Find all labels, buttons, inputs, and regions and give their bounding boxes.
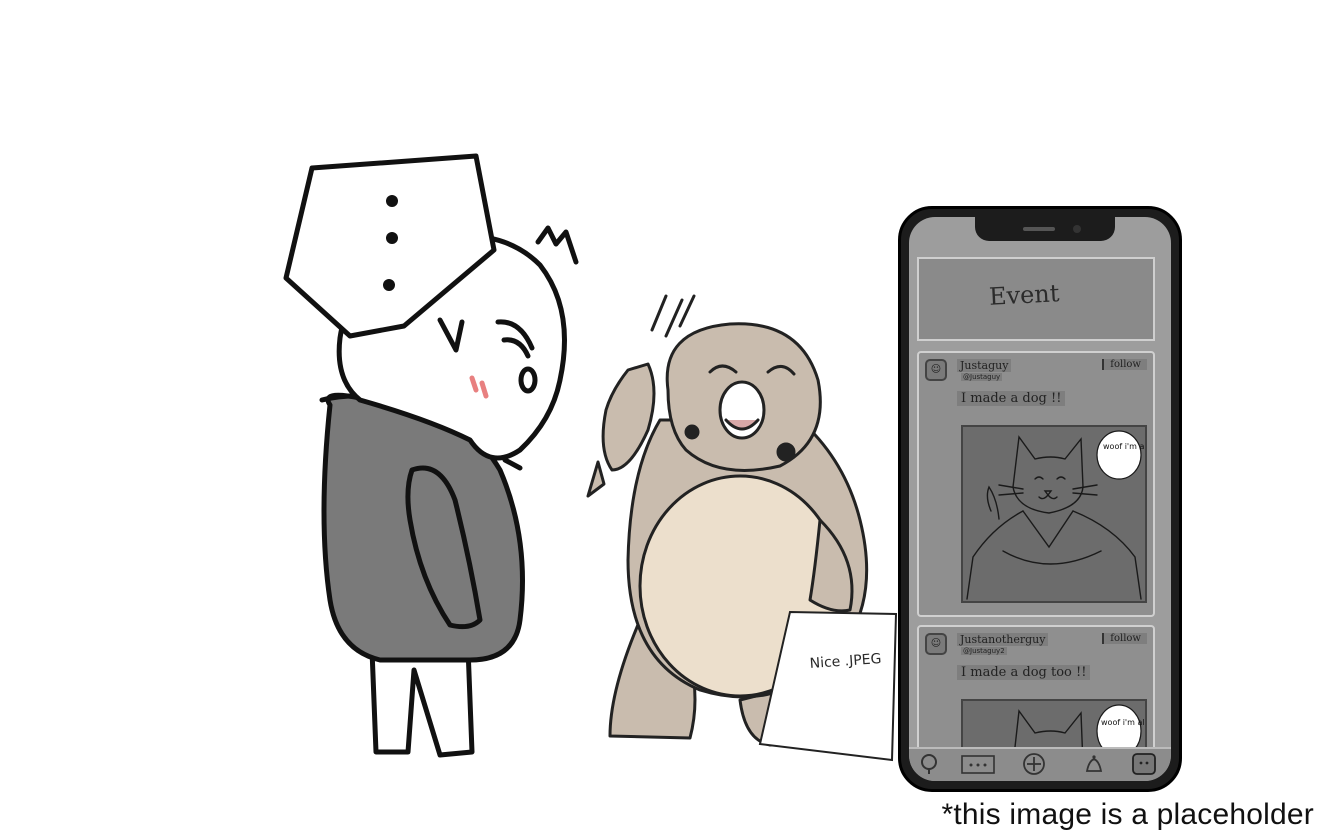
svg-text:woof i'm also a dog: woof i'm also a dog bbox=[1101, 718, 1145, 727]
feed-post[interactable]: ☺ Justanotherguy @Justaguy2 follow I mad… bbox=[917, 625, 1155, 765]
post-text: I made a dog !! bbox=[957, 391, 1066, 406]
feed-post[interactable]: ☺ Justaguy @Justaguy follow I made a dog… bbox=[917, 351, 1155, 617]
image-speech-bubble: woof i'm a dog bbox=[1096, 430, 1145, 480]
post-handle: @Justaguy2 bbox=[961, 647, 1007, 655]
post-username[interactable]: Justanotherguy bbox=[957, 633, 1049, 646]
post-username[interactable]: Justaguy bbox=[957, 359, 1012, 372]
camera-icon bbox=[1073, 225, 1081, 233]
phone-mockup: Event ☺ Justaguy @Justaguy follow I made… bbox=[898, 206, 1182, 792]
event-banner-label: Event bbox=[988, 279, 1061, 311]
speaker-grill bbox=[1023, 227, 1055, 231]
phone-notch bbox=[975, 217, 1115, 241]
phone-screen: Event ☺ Justaguy @Justaguy follow I made… bbox=[909, 217, 1171, 781]
avatar[interactable]: ☺ bbox=[925, 359, 947, 381]
bell-icon[interactable] bbox=[1081, 753, 1107, 775]
search-icon[interactable] bbox=[917, 753, 943, 775]
follow-button[interactable]: follow bbox=[1102, 633, 1147, 644]
follow-button[interactable]: follow bbox=[1102, 359, 1147, 370]
bottom-nav-bar bbox=[909, 747, 1171, 781]
avatar[interactable]: ☺ bbox=[925, 633, 947, 655]
post-handle: @Justaguy bbox=[961, 373, 1003, 381]
hooded-character bbox=[283, 153, 579, 758]
placeholder-caption: *this image is a placeholder bbox=[941, 798, 1314, 831]
event-banner[interactable]: Event bbox=[917, 257, 1155, 341]
more-icon[interactable] bbox=[961, 753, 995, 775]
profile-icon[interactable] bbox=[1131, 753, 1157, 775]
add-icon[interactable] bbox=[1017, 753, 1051, 775]
cat-drawing: woof i'm a dog bbox=[966, 430, 1145, 600]
post-image[interactable]: woof i'm a dog bbox=[961, 425, 1147, 603]
post-text: I made a dog too !! bbox=[957, 665, 1091, 680]
svg-text:woof i'm a dog: woof i'm a dog bbox=[1103, 442, 1145, 451]
